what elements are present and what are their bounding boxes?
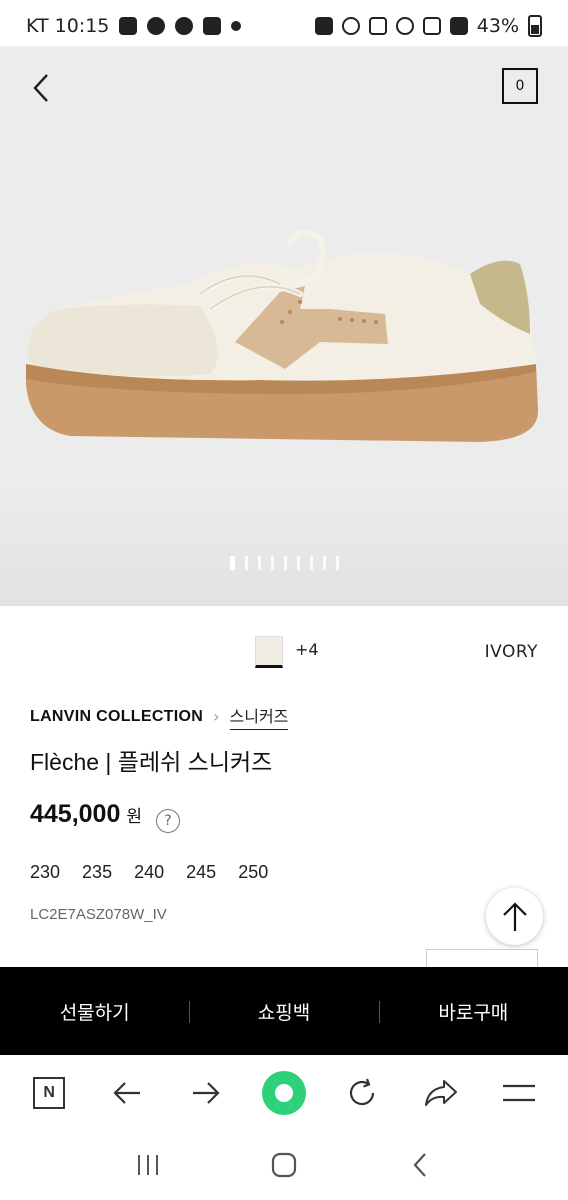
battery-percent: 43% — [476, 15, 519, 37]
question-icon[interactable]: ? — [156, 809, 181, 833]
shopping-bag-button[interactable]: 쇼핑백 — [189, 967, 378, 1055]
size-option[interactable]: 235 — [82, 862, 112, 883]
color-swatch-ivory[interactable] — [255, 636, 283, 668]
product-gallery[interactable]: 0 — [0, 46, 568, 606]
status-bar: KT 10:15 43% — [0, 0, 568, 52]
price-row: 445,000 원 ? — [30, 800, 181, 833]
hd-icon — [422, 17, 441, 35]
size-list: 230 235 240 245 250 — [30, 862, 268, 883]
gallery-indicator — [0, 556, 568, 570]
partial-button — [426, 949, 538, 969]
alarm-icon — [341, 17, 360, 35]
green-dot-icon — [261, 1070, 306, 1115]
browser-back-button[interactable] — [103, 1069, 151, 1117]
recent-apps-button[interactable] — [123, 1145, 173, 1185]
color-selector: +4 IVORY — [0, 636, 568, 670]
size-option[interactable]: 230 — [30, 862, 60, 883]
browser-home-button[interactable]: N — [25, 1069, 73, 1117]
gallery-dot — [229, 556, 235, 570]
home-button[interactable] — [259, 1145, 309, 1185]
arrow-right-icon — [192, 1081, 220, 1104]
gallery-dot — [244, 556, 248, 570]
size-option[interactable]: 245 — [186, 862, 216, 883]
chevron-right-icon: › — [213, 707, 220, 726]
menu-icon — [502, 1084, 535, 1101]
purchase-action-bar: 선물하기 쇼핑백 바로구매 — [0, 967, 568, 1055]
gift-button[interactable]: 선물하기 — [0, 967, 189, 1055]
system-back-button[interactable] — [395, 1145, 445, 1185]
breadcrumb: LANVIN COLLECTION › 스니커즈 — [30, 703, 289, 730]
browser-reload-button[interactable] — [338, 1069, 386, 1117]
buy-now-button[interactable]: 바로구매 — [378, 967, 568, 1055]
more-colors[interactable]: +4 — [295, 640, 319, 659]
browser-share-button[interactable] — [417, 1069, 465, 1117]
gallery-dot — [283, 556, 287, 570]
browser-menu-button[interactable] — [495, 1069, 543, 1117]
category-link[interactable]: 스니커즈 — [229, 703, 289, 730]
arrow-up-icon — [502, 901, 527, 931]
carrier-time: KT 10:15 — [26, 15, 110, 37]
share-icon — [424, 1079, 457, 1106]
dot-icon — [231, 21, 242, 31]
gallery-dot — [296, 556, 300, 570]
reload-icon — [350, 1078, 375, 1105]
product-sku: LC2E7ASZ078W_IV — [30, 906, 167, 923]
gallery-dot — [257, 556, 261, 570]
lock-icon — [314, 17, 333, 35]
system-nav-bar — [0, 1130, 568, 1200]
app-icon — [175, 17, 194, 35]
battery-icon — [528, 15, 542, 37]
gallery-dot — [335, 556, 339, 570]
cart-count: 0 — [515, 78, 525, 94]
browser-green-button[interactable] — [260, 1069, 308, 1117]
brand-link[interactable]: LANVIN COLLECTION — [30, 708, 203, 726]
browser-toolbar: N — [0, 1055, 568, 1130]
gallery-dot — [270, 556, 274, 570]
recent-apps-icon — [138, 1155, 158, 1175]
back-button[interactable] — [26, 70, 56, 106]
browser-forward-button[interactable] — [182, 1069, 230, 1117]
cart-button[interactable]: 0 — [502, 68, 538, 104]
gallery-dot — [322, 556, 326, 570]
scroll-top-button[interactable] — [486, 888, 543, 945]
size-option[interactable]: 240 — [134, 862, 164, 883]
wifi-icon — [395, 17, 414, 35]
color-name: IVORY — [484, 642, 538, 662]
bolt-icon — [147, 17, 166, 35]
mute-icon — [368, 17, 387, 35]
arrow-left-icon — [113, 1081, 141, 1104]
currency: 원 — [126, 807, 143, 827]
naver-n-icon: N — [33, 1076, 66, 1109]
chevron-left-icon — [413, 1153, 426, 1177]
chevron-left-icon — [33, 74, 48, 102]
youtube-icon — [119, 17, 138, 35]
gallery-dot — [309, 556, 313, 570]
signal-icon — [449, 17, 468, 35]
crown-icon — [203, 17, 222, 35]
home-icon — [271, 1152, 297, 1178]
product-title: Flèche | 플레쉬 스니커즈 — [30, 749, 273, 775]
price: 445,000 — [30, 800, 121, 828]
product-image — [26, 229, 539, 442]
size-option[interactable]: 250 — [238, 862, 268, 883]
